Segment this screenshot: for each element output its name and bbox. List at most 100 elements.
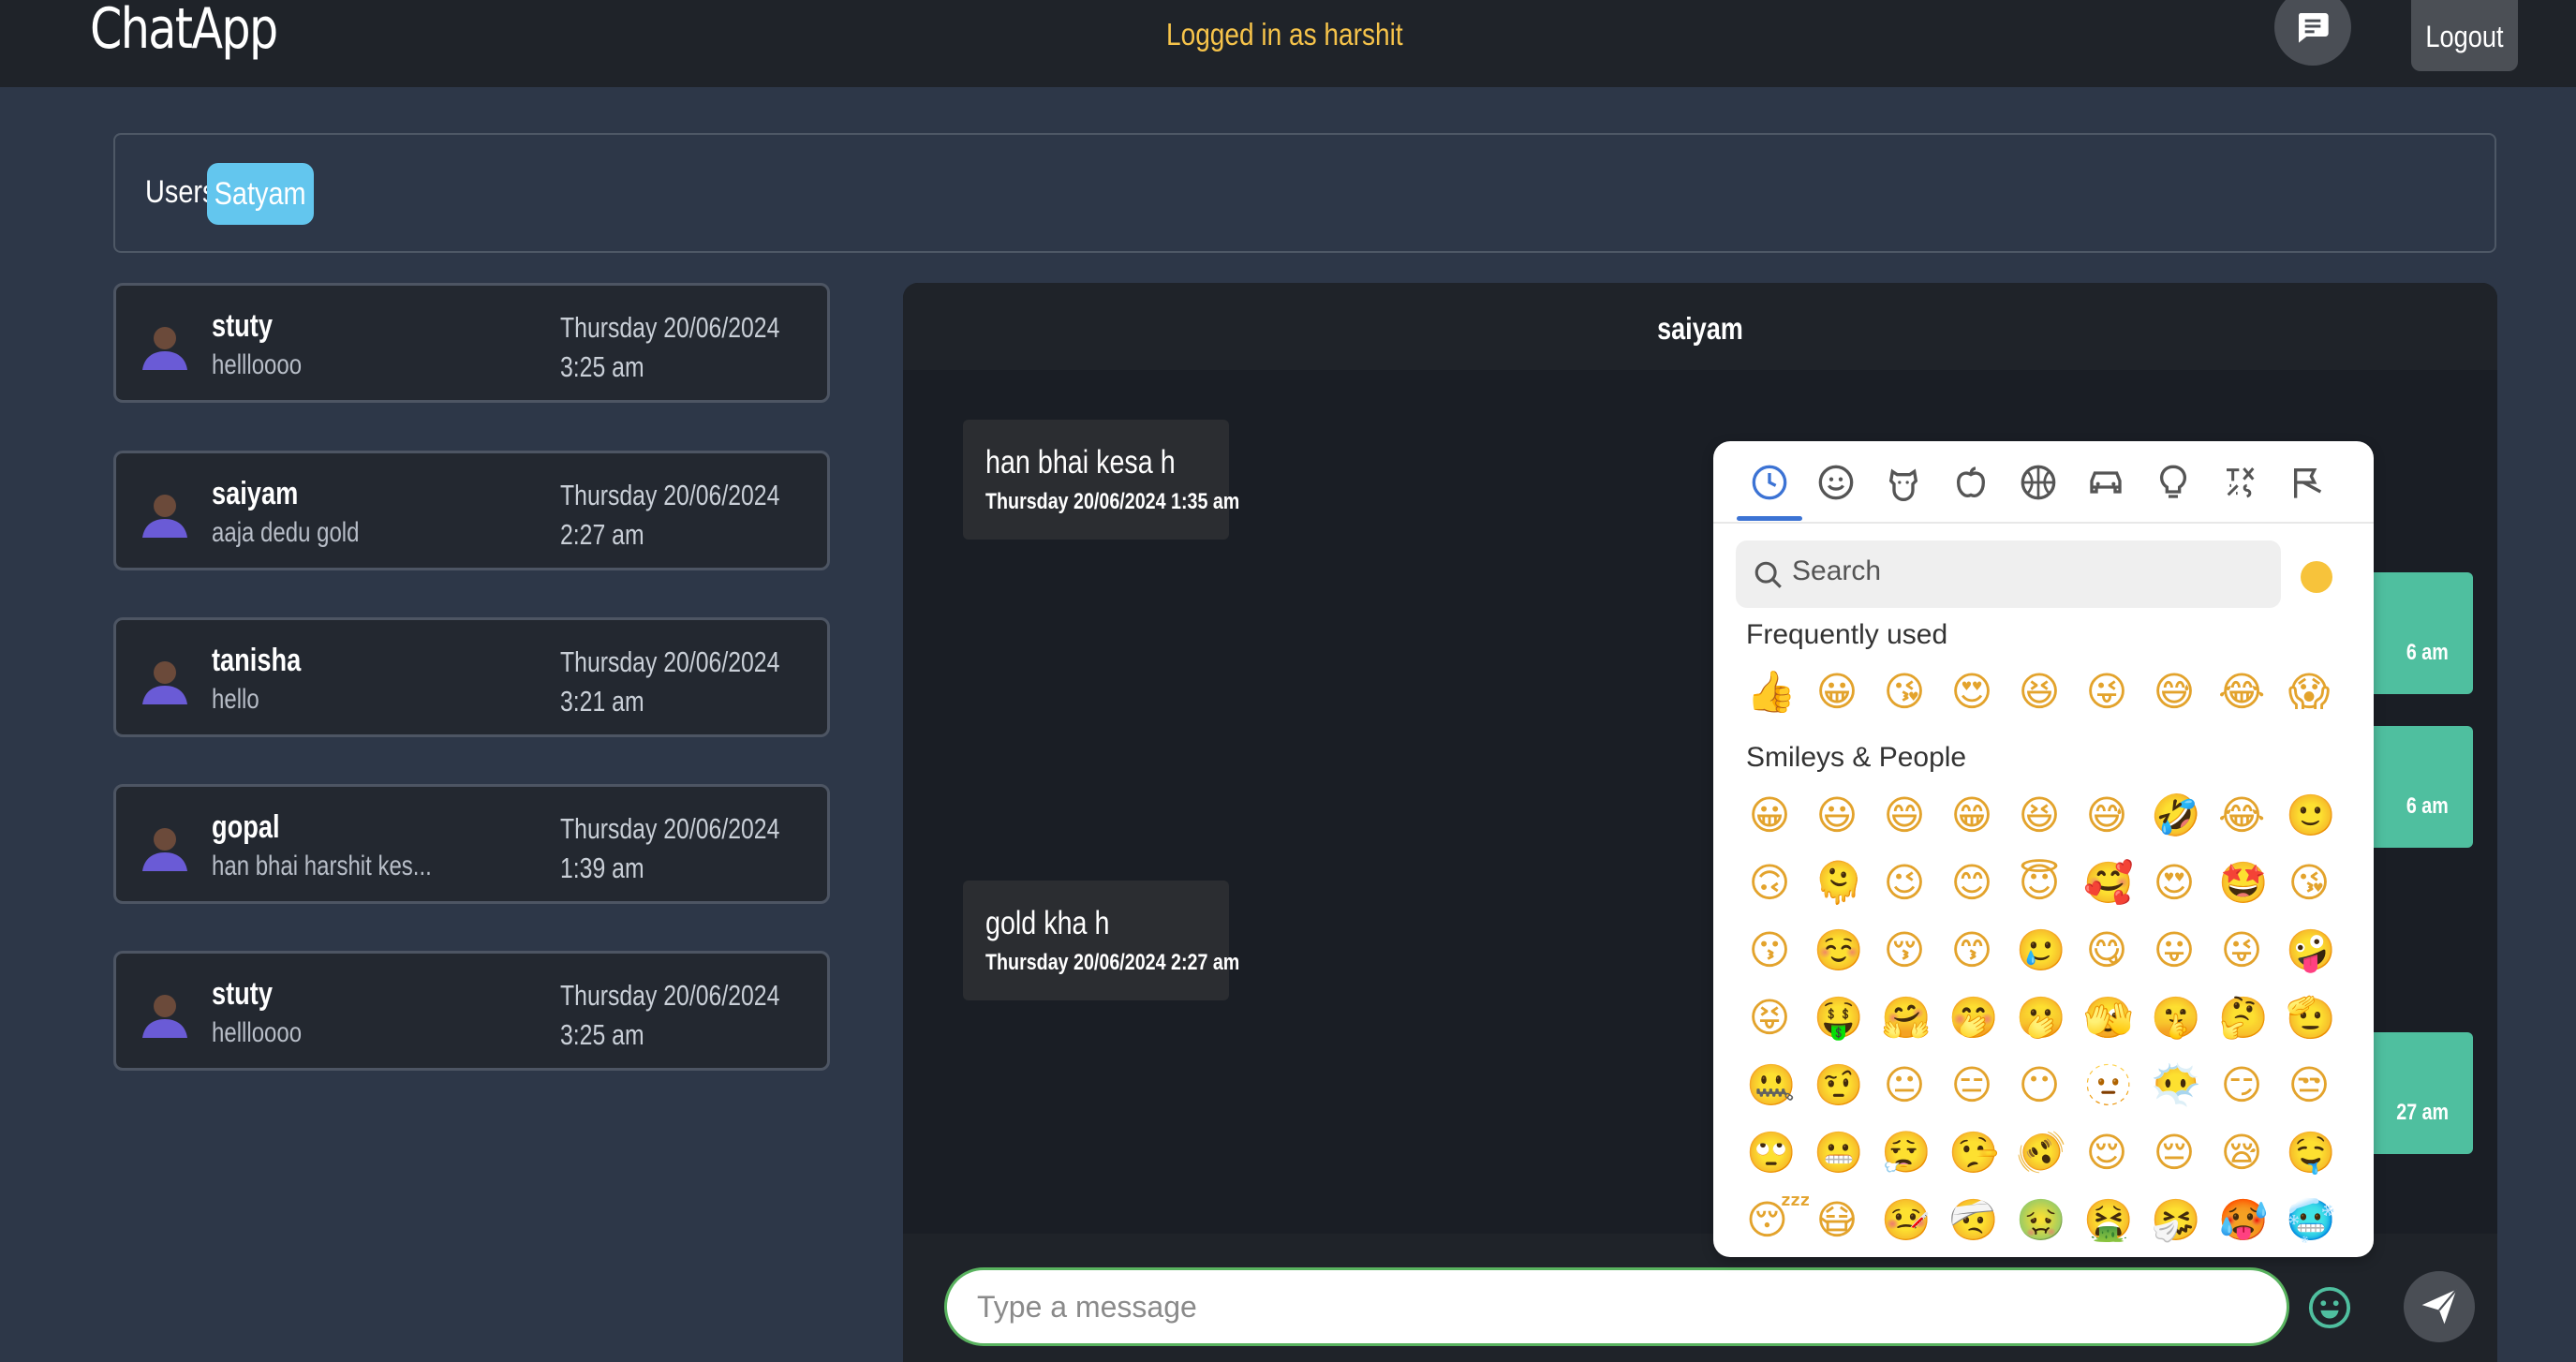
emoji-toggle-icon[interactable] [2308, 1286, 2351, 1329]
skin-tone-selector[interactable] [2301, 561, 2332, 593]
conversation-item[interactable]: saiyam aaja dedu gold Thursday 20/06/202… [113, 451, 830, 570]
emoji-button[interactable]: 🙂 [2286, 792, 2336, 839]
emoji-button[interactable]: 🫠 [1814, 860, 1864, 907]
conversation-last-message: hellloooo [212, 1017, 303, 1048]
emoji-button[interactable]: 🤢 [2016, 1197, 2066, 1244]
conversation-item[interactable]: gopal han bhai harshit kes... Thursday 2… [113, 784, 830, 904]
emoji-button[interactable]: 😊 [1948, 860, 1995, 907]
emoji-button[interactable]: 🫥 [2083, 1062, 2134, 1109]
emoji-button[interactable]: 🥰 [2083, 860, 2134, 907]
emoji-button[interactable]: 😋 [2083, 927, 2130, 974]
emoji-button[interactable]: 😴 [1746, 1197, 1811, 1244]
emoji-button[interactable]: 😑 [1948, 1062, 1995, 1109]
emoji-button[interactable]: 😆 [2016, 792, 2063, 839]
emoji-button[interactable]: 🤒 [1881, 1197, 1932, 1244]
section-label-frequently-used: Frequently used [1746, 619, 1948, 650]
emoji-button[interactable]: 😅 [2083, 792, 2130, 839]
emoji-button[interactable]: 🫡 [2286, 995, 2336, 1042]
animals-icon[interactable] [1881, 460, 1926, 505]
conversation-item[interactable]: stuty hellloooo Thursday 20/06/2024 3:25 … [113, 283, 830, 403]
emoji-button[interactable]: 😒 [2286, 1062, 2332, 1109]
emoji-button[interactable]: ☺️ [1814, 927, 1864, 974]
emoji-button[interactable]: 🫢 [2016, 995, 2066, 1042]
emoji-button[interactable]: 😬 [1814, 1130, 1864, 1177]
emoji-button[interactable]: 😀 [1814, 669, 1860, 716]
emoji-button[interactable]: 😇 [2016, 860, 2063, 907]
send-button[interactable] [2404, 1271, 2475, 1342]
emoji-button[interactable]: 😔 [2151, 1130, 2198, 1177]
emoji-button[interactable]: 🤑 [1814, 995, 1864, 1042]
conversation-item[interactable]: stuty hellloooo Thursday 20/06/2024 3:25 … [113, 951, 830, 1071]
emoji-button[interactable]: 🫣 [2083, 995, 2134, 1042]
emoji-button[interactable]: 😱 [2286, 669, 2332, 716]
emoji-button[interactable]: 😛 [2151, 927, 2198, 974]
emoji-button[interactable]: 🥶 [2286, 1197, 2336, 1244]
emoji-button[interactable]: 😁 [1948, 792, 1995, 839]
food-icon[interactable] [1948, 460, 1993, 505]
emoji-button[interactable]: 😌 [2083, 1130, 2130, 1177]
emoji-button[interactable]: 🤩 [2218, 860, 2269, 907]
emoji-button[interactable]: 😂 [2218, 792, 2265, 839]
emoji-button[interactable]: 😂 [2218, 669, 2265, 716]
emoji-button[interactable]: 🤗 [1881, 995, 1932, 1042]
emoji-button[interactable]: 😜 [2083, 669, 2130, 716]
emoji-button[interactable]: 😐 [1881, 1062, 1928, 1109]
emoji-picker: Frequently used Smileys & People 👍 😀 😘 😍 😆 😜 😅… [1713, 441, 2374, 1257]
emoji-button[interactable]: 😆 [2016, 669, 2063, 716]
emoji-button[interactable]: 😪 [2218, 1130, 2265, 1177]
emoji-button[interactable]: 🤮 [2083, 1197, 2134, 1244]
objects-icon[interactable] [2151, 460, 2196, 505]
emoji-button[interactable]: 😍 [1948, 669, 1995, 716]
new-chat-button[interactable] [2274, 0, 2351, 66]
smileys-icon[interactable] [1814, 460, 1858, 505]
emoji-button[interactable]: 🤤 [2286, 1130, 2336, 1177]
emoji-button[interactable]: 😷 [1814, 1197, 1860, 1244]
conversation-item[interactable]: tanisha hello Thursday 20/06/2024 3:21 am [113, 617, 830, 737]
emoji-button[interactable]: 🥵 [2218, 1197, 2269, 1244]
emoji-button[interactable]: 🤧 [2151, 1197, 2201, 1244]
symbols-icon[interactable] [2218, 460, 2263, 505]
emoji-button[interactable]: 😏 [2218, 1062, 2265, 1109]
conversation-date: Thursday 20/06/2024 [560, 812, 780, 845]
emoji-button[interactable]: 😶‍🌫️ [2151, 1062, 2201, 1109]
emoji-button[interactable]: 🤫 [2151, 995, 2201, 1042]
emoji-button[interactable]: 🤥 [1948, 1130, 1999, 1177]
emoji-button[interactable]: 🤣 [2151, 792, 2201, 839]
emoji-button[interactable]: 🤨 [1814, 1062, 1864, 1109]
emoji-button[interactable]: 🤭 [1948, 995, 1999, 1042]
chat-title-text: saiyam [1657, 311, 1743, 346]
emoji-button[interactable]: 😶 [2016, 1062, 2063, 1109]
emoji-button[interactable]: 😚 [1881, 927, 1928, 974]
emoji-button[interactable]: 🤪 [2286, 927, 2336, 974]
activity-icon[interactable] [2016, 460, 2061, 505]
emoji-button[interactable]: 😘 [1881, 669, 1928, 716]
emoji-button[interactable]: 😀 [1746, 792, 1793, 839]
user-chip-active[interactable]: Satyam [207, 163, 314, 225]
emoji-button[interactable]: 🙃 [1746, 860, 1793, 907]
emoji-button[interactable]: 😗 [1746, 927, 1793, 974]
travel-icon[interactable] [2083, 460, 2128, 505]
emoji-button[interactable]: 🥲 [2016, 927, 2066, 974]
emoji-button[interactable]: 🤕 [1948, 1197, 1999, 1244]
emoji-button[interactable]: 😍 [2151, 860, 2198, 907]
emoji-button[interactable]: 😃 [1814, 792, 1860, 839]
emoji-button[interactable]: 😝 [1746, 995, 1793, 1042]
emoji-search-input[interactable] [1792, 555, 2260, 587]
brand-logo[interactable]: ChatApp [90, 0, 278, 58]
emoji-button[interactable]: 😜 [2218, 927, 2265, 974]
logout-button[interactable]: Logout [2411, 0, 2518, 71]
emoji-button[interactable]: 😙 [1948, 927, 1995, 974]
flags-icon[interactable] [2286, 460, 2331, 505]
message-input[interactable] [944, 1267, 2289, 1346]
emoji-button[interactable]: 😄 [1881, 792, 1928, 839]
emoji-button[interactable]: 🤐 [1746, 1062, 1797, 1109]
emoji-button[interactable]: 😉 [1881, 860, 1928, 907]
recent-icon[interactable] [1747, 460, 1792, 505]
emoji-button[interactable]: 👍 [1746, 669, 1797, 716]
emoji-button[interactable]: 🤔 [2218, 995, 2269, 1042]
emoji-button[interactable]: 😮‍💨 [1881, 1130, 1932, 1177]
emoji-button[interactable]: 🙄 [1746, 1130, 1797, 1177]
emoji-button[interactable]: 🫨 [2016, 1130, 2066, 1177]
emoji-button[interactable]: 😘 [2286, 860, 2332, 907]
emoji-button[interactable]: 😅 [2151, 669, 2198, 716]
